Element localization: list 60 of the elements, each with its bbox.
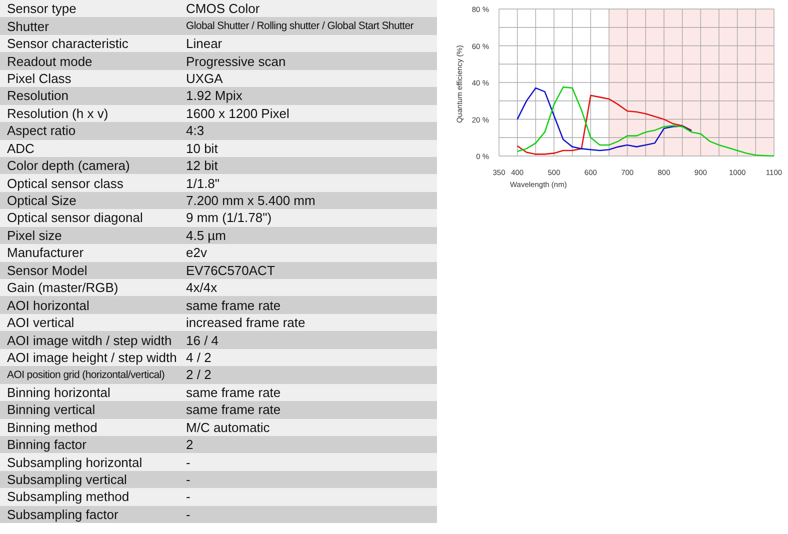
table-cell-text: Gain (master/RGB): [6, 280, 120, 296]
table-cell-text: 4x/4x: [186, 280, 218, 296]
table-cell-text: -: [186, 454, 192, 470]
table-cell-text: Pixel Class: [6, 70, 72, 86]
table-cell-text: Optical Size: [6, 193, 78, 208]
table-cell-text: AOI image height / step width: [6, 350, 178, 365]
table-cell-text: 4:3: [186, 123, 206, 138]
table-cell-text: Binning factor: [6, 437, 88, 452]
table-cell-text: 4 / 2: [186, 350, 212, 365]
table-cell-text: increased frame rate: [186, 315, 306, 330]
table-cell-text: UXGA: [186, 70, 224, 86]
table-cell-text: 1.92 Mpix: [186, 88, 244, 104]
table-cell-text: Aspect ratio: [6, 123, 77, 138]
table-cell-text: 1600 x 1200 Pixel: [186, 106, 290, 121]
table-cell-text: same frame rate: [186, 402, 282, 418]
table-cell-text: Subsampling horizontal: [6, 454, 144, 470]
table-cell-text: AOI horizontal: [6, 298, 90, 313]
table-cell-text: 2: [186, 437, 194, 452]
table-cell-text: Resolution (h x v): [6, 106, 110, 121]
table-cell-text: Binning horizontal: [6, 384, 112, 400]
table-cell-text: same frame rate: [186, 298, 282, 313]
table-cell-text: Shutter: [6, 18, 50, 34]
table-cell-text: 7.200 mm x 5.400 mm: [186, 193, 316, 208]
table-cell-text: same frame rate: [186, 384, 282, 400]
table-cell-text: CMOS Color: [186, 1, 261, 16]
table-cell-text: Pixel size: [6, 228, 63, 243]
table-cell-text: Global Shutter / Rolling shutter / Global Start Shutter: [186, 20, 414, 32]
table-cell-text: -: [186, 489, 192, 504]
table-cell-text: 4.5 µm: [186, 228, 228, 243]
table-cell-text: Sensor Model: [6, 262, 88, 278]
table-cell-text: Subsampling vertical: [6, 472, 128, 488]
table-cell-text: M/C automatic: [186, 420, 271, 435]
table-cell-text: Color depth (camera): [6, 158, 131, 174]
table-cell-text: 9 mm (1/1.78"): [186, 210, 273, 226]
table-cell-text: Optical sensor diagonal: [6, 210, 144, 226]
table-cell-text: -: [186, 506, 192, 522]
table-cell-text: Progressive scan: [186, 54, 287, 69]
table-cell-text: Subsampling method: [6, 489, 130, 504]
table-cell-text: Linear: [186, 36, 224, 52]
table-cell-text: Sensor characteristic: [6, 36, 130, 52]
table-cell-text: e2v: [186, 245, 208, 260]
table-cell-text: 2 / 2: [186, 367, 212, 382]
table-cell-text: Sensor type: [6, 1, 78, 16]
table-cell-text: 1/1.8": [186, 176, 221, 191]
table-cell-text: Binning method: [6, 420, 98, 435]
table-cell-text: Binning vertical: [6, 402, 96, 418]
table-cell-text: 10 bit: [186, 140, 219, 156]
table-cell-text: Subsampling factor: [6, 506, 120, 522]
table-cell-text: AOI position grid (horizontal/vertical): [6, 368, 166, 381]
table-cell-text: ADC: [6, 140, 36, 156]
table-cell-text: -: [186, 472, 192, 488]
table-cell-text: EV76C570ACT: [186, 262, 276, 278]
table-cell-text: Optical sensor class: [6, 176, 124, 191]
table-cell-text: Resolution: [6, 88, 70, 104]
table-cell-text: AOI image witdh / step width: [6, 332, 173, 348]
table-cell-text: Readout mode: [6, 54, 94, 69]
table-cell-text: 16 / 4: [186, 332, 220, 348]
table-cell-text: Manufacturer: [6, 245, 85, 260]
table-cell-text: AOI vertical: [6, 315, 76, 330]
table-cell-text: 12 bit: [186, 158, 219, 174]
